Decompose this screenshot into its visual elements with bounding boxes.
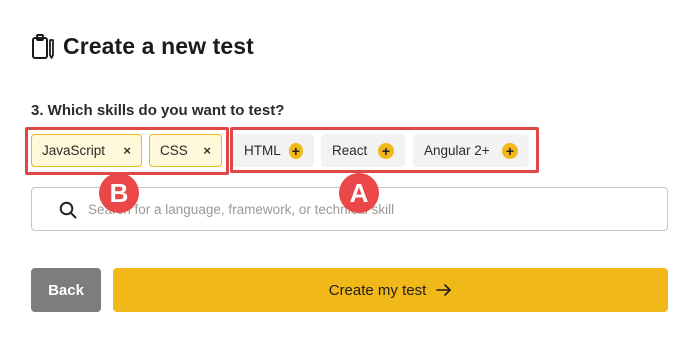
add-icon[interactable]: + [502, 142, 518, 159]
selected-skill-chip-javascript: JavaScript × [31, 134, 142, 167]
page-header: Create a new test [31, 33, 254, 60]
suggested-skill-chip-react[interactable]: React + [321, 134, 405, 167]
skill-chip-label: React [332, 143, 368, 158]
annotation-marker-a: A [339, 173, 379, 213]
add-icon[interactable]: + [288, 142, 303, 159]
question-label: 3. Which skills do you want to test? [31, 102, 285, 119]
search-icon [59, 201, 77, 219]
annotation-marker-b: B [99, 173, 139, 213]
suggested-skill-chip-html[interactable]: HTML + [233, 134, 314, 167]
skill-chip-label: JavaScript [42, 143, 106, 158]
back-button[interactable]: Back [31, 268, 101, 312]
add-icon[interactable]: + [378, 142, 394, 159]
selected-skill-chip-css: CSS × [149, 134, 222, 167]
arrow-right-icon [436, 284, 452, 296]
suggested-skill-chip-angular[interactable]: Angular 2+ + [413, 134, 529, 167]
page-title: Create a new test [63, 33, 254, 59]
create-test-button[interactable]: Create my test [113, 268, 668, 312]
create-test-label: Create my test [328, 281, 427, 299]
skill-chip-label: HTML [244, 143, 281, 158]
skill-chip-label: Angular 2+ [424, 143, 490, 158]
remove-icon[interactable]: × [203, 143, 211, 158]
remove-icon[interactable]: × [123, 143, 131, 158]
skill-chip-label: CSS [160, 143, 188, 158]
clipboard-icon [32, 33, 54, 59]
